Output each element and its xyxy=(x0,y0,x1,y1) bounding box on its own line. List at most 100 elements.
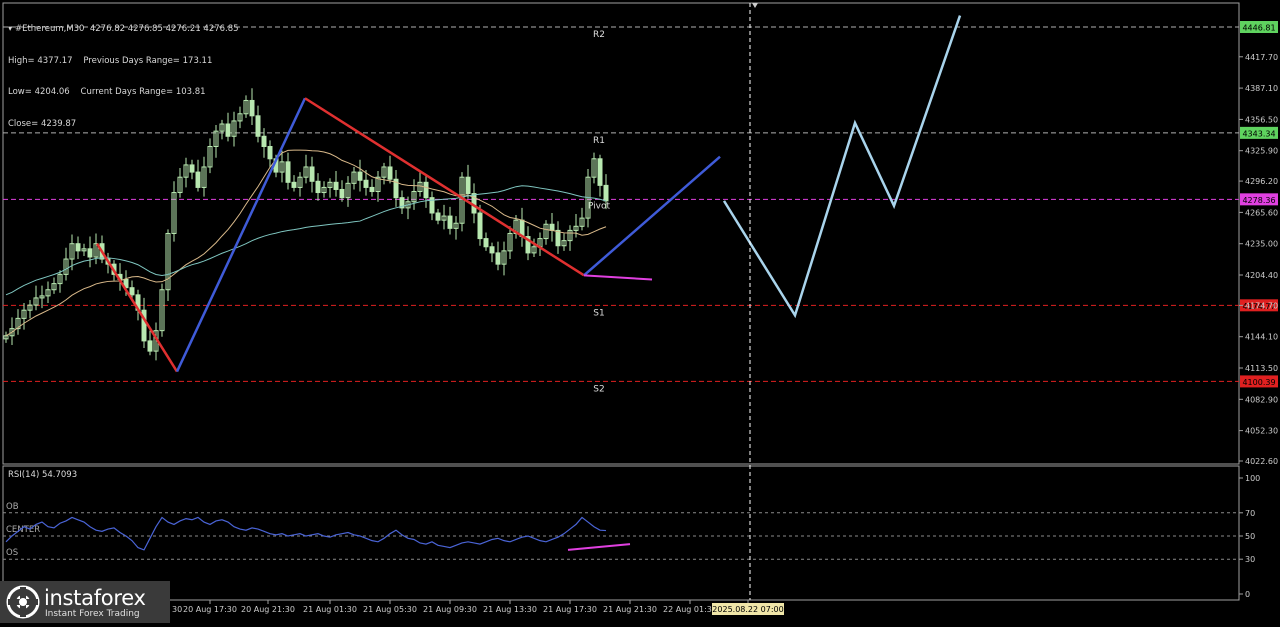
rsi-band-label: CENTER xyxy=(6,525,40,535)
price-axis-label: 4144.10 xyxy=(1245,333,1278,342)
level-price-badge-text: 4278.36 xyxy=(1242,196,1275,205)
price-axis-label: 4265.60 xyxy=(1245,208,1278,217)
candle-bear xyxy=(339,188,345,199)
rsi-title: RSI(14) 54.7093 xyxy=(8,470,77,480)
candle-bear xyxy=(87,248,93,258)
time-axis-label: 20 Aug 17:30 xyxy=(183,605,237,614)
candle-bear xyxy=(189,164,195,173)
symbol-line: #Ethereum,M30 4276.82 4276.85 4276.21 42… xyxy=(14,24,239,34)
projection-path xyxy=(722,15,962,319)
price-axis-label: 4387.10 xyxy=(1245,84,1278,93)
zigzag-down-leg xyxy=(95,243,179,373)
candle-bear xyxy=(495,252,501,265)
level-label-r2: R2 xyxy=(593,30,605,40)
time-axis-label: 20 Aug 21:30 xyxy=(241,605,295,614)
candle-bear xyxy=(291,181,297,188)
price-divergence-line xyxy=(583,274,653,281)
rsi-line xyxy=(5,516,607,551)
rsi-band-label: OS xyxy=(6,548,18,558)
candle-bear xyxy=(315,180,321,194)
price-axis-label: 4235.00 xyxy=(1245,240,1278,249)
rsi-axis-label: 100 xyxy=(1245,474,1260,483)
candle-bear xyxy=(555,229,561,247)
rsi-divergence-line xyxy=(567,543,631,551)
prev-range-value: Previous Days Range= 173.11 xyxy=(83,55,213,66)
rsi-axis-label: 30 xyxy=(1245,555,1255,564)
ohlc-info: ▾ #Ethereum,M30 4276.82 4276.85 4276.21 … xyxy=(8,3,239,150)
level-label-r1: R1 xyxy=(593,136,605,146)
time-axis-current-label: 2025.08.22 07:00 xyxy=(712,605,783,614)
candle-bear xyxy=(423,181,429,199)
price-axis-label: 4204.40 xyxy=(1245,271,1278,280)
price-axis-label: 4113.50 xyxy=(1245,364,1278,373)
rsi-axis-label: 0 xyxy=(1245,590,1250,599)
brand-tagline: Instant Forex Trading xyxy=(45,609,140,619)
level-price-badge-text: 4446.81 xyxy=(1242,24,1275,33)
candle-bear xyxy=(255,115,261,137)
price-axis-label: 4174.70 xyxy=(1245,301,1278,310)
high-value: High= 4377.17 xyxy=(8,55,73,66)
candle-bear xyxy=(357,171,363,181)
price-axis-label: 4417.70 xyxy=(1245,53,1278,62)
candle-bear xyxy=(597,158,603,186)
candle-bear xyxy=(387,166,393,180)
candle-bear xyxy=(267,146,273,160)
time-axis-label: 21 Aug 13:30 xyxy=(483,605,537,614)
candle-bear xyxy=(75,243,81,252)
time-axis-label: 21 Aug 01:30 xyxy=(303,605,357,614)
rsi-axis-label: 70 xyxy=(1245,509,1255,518)
candle-bear xyxy=(195,171,201,188)
time-axis-label-partial: 30 xyxy=(172,605,182,614)
curr-range-value: Current Days Range= 103.81 xyxy=(80,87,206,97)
price-axis-label: 4022.60 xyxy=(1245,457,1278,466)
chart-shift-marker[interactable] xyxy=(752,3,758,8)
candle-bear xyxy=(285,161,291,183)
candle-bear xyxy=(447,215,453,229)
candle-bear xyxy=(249,99,255,117)
level-label-s1: S1 xyxy=(593,308,604,318)
candle-bear xyxy=(465,176,471,195)
instaforex-logo-icon xyxy=(6,585,40,619)
candle-bear xyxy=(477,212,483,240)
time-axis-label: 22 Aug 01:30 xyxy=(663,605,717,614)
price-axis-label: 4296.20 xyxy=(1245,177,1278,186)
candle-bear xyxy=(549,223,555,231)
low-value: Low= 4204.06 xyxy=(8,87,70,97)
candle-bear xyxy=(261,135,267,148)
level-label-s2: S2 xyxy=(593,384,604,394)
time-axis-label: 21 Aug 09:30 xyxy=(423,605,477,614)
level-price-badge-text: 4100.39 xyxy=(1242,378,1275,387)
brand-name: instaforex xyxy=(44,586,146,610)
level-price-badge-text: 4343.34 xyxy=(1242,129,1275,138)
candle-bear xyxy=(369,186,375,193)
time-axis-label: 21 Aug 17:30 xyxy=(543,605,597,614)
candle-bear xyxy=(435,212,441,221)
rsi-axis-label: 50 xyxy=(1245,532,1255,541)
close-value: Close= 4239.87 xyxy=(8,118,77,129)
projection-polyline xyxy=(722,15,962,319)
candle-bear xyxy=(147,340,153,352)
time-axis-label: 21 Aug 05:30 xyxy=(363,605,417,614)
zigzag-up-leg xyxy=(583,155,721,277)
price-axis-label: 4082.90 xyxy=(1245,395,1278,404)
rsi-band-label: OB xyxy=(6,502,19,512)
candle-bear xyxy=(309,166,315,182)
zigzag-down-leg xyxy=(304,97,585,277)
instaforex-brand: instaforex Instant Forex Trading xyxy=(0,581,170,623)
candle-bear xyxy=(363,179,369,188)
candle-bear xyxy=(483,238,489,248)
candle-bear xyxy=(333,181,339,190)
price-axis-label: 4356.50 xyxy=(1245,115,1278,124)
price-axis-label: 4052.30 xyxy=(1245,427,1278,436)
price-axis-label: 4325.90 xyxy=(1245,147,1278,156)
rsi-panel: RSI(14) 54.7093 OB CENTER OS 100 70 50 30 0 xyxy=(3,470,1260,599)
time-axis-label: 21 Aug 21:30 xyxy=(603,605,657,614)
rsi-plot-frame xyxy=(2,465,1240,601)
dropdown-arrow-icon[interactable]: ▾ xyxy=(8,24,15,34)
level-label-pivot: Pivot xyxy=(588,201,611,211)
time-axis: 20 Aug 17:30 20 Aug 21:30 21 Aug 01:30 21 A… xyxy=(172,600,784,615)
price-axis: 4417.70 4387.10 4356.50 4325.90 4296.20 4265.… xyxy=(1239,53,1278,466)
candle-bear xyxy=(603,184,609,202)
candle-bear xyxy=(489,246,495,254)
candle-bear xyxy=(129,287,135,296)
